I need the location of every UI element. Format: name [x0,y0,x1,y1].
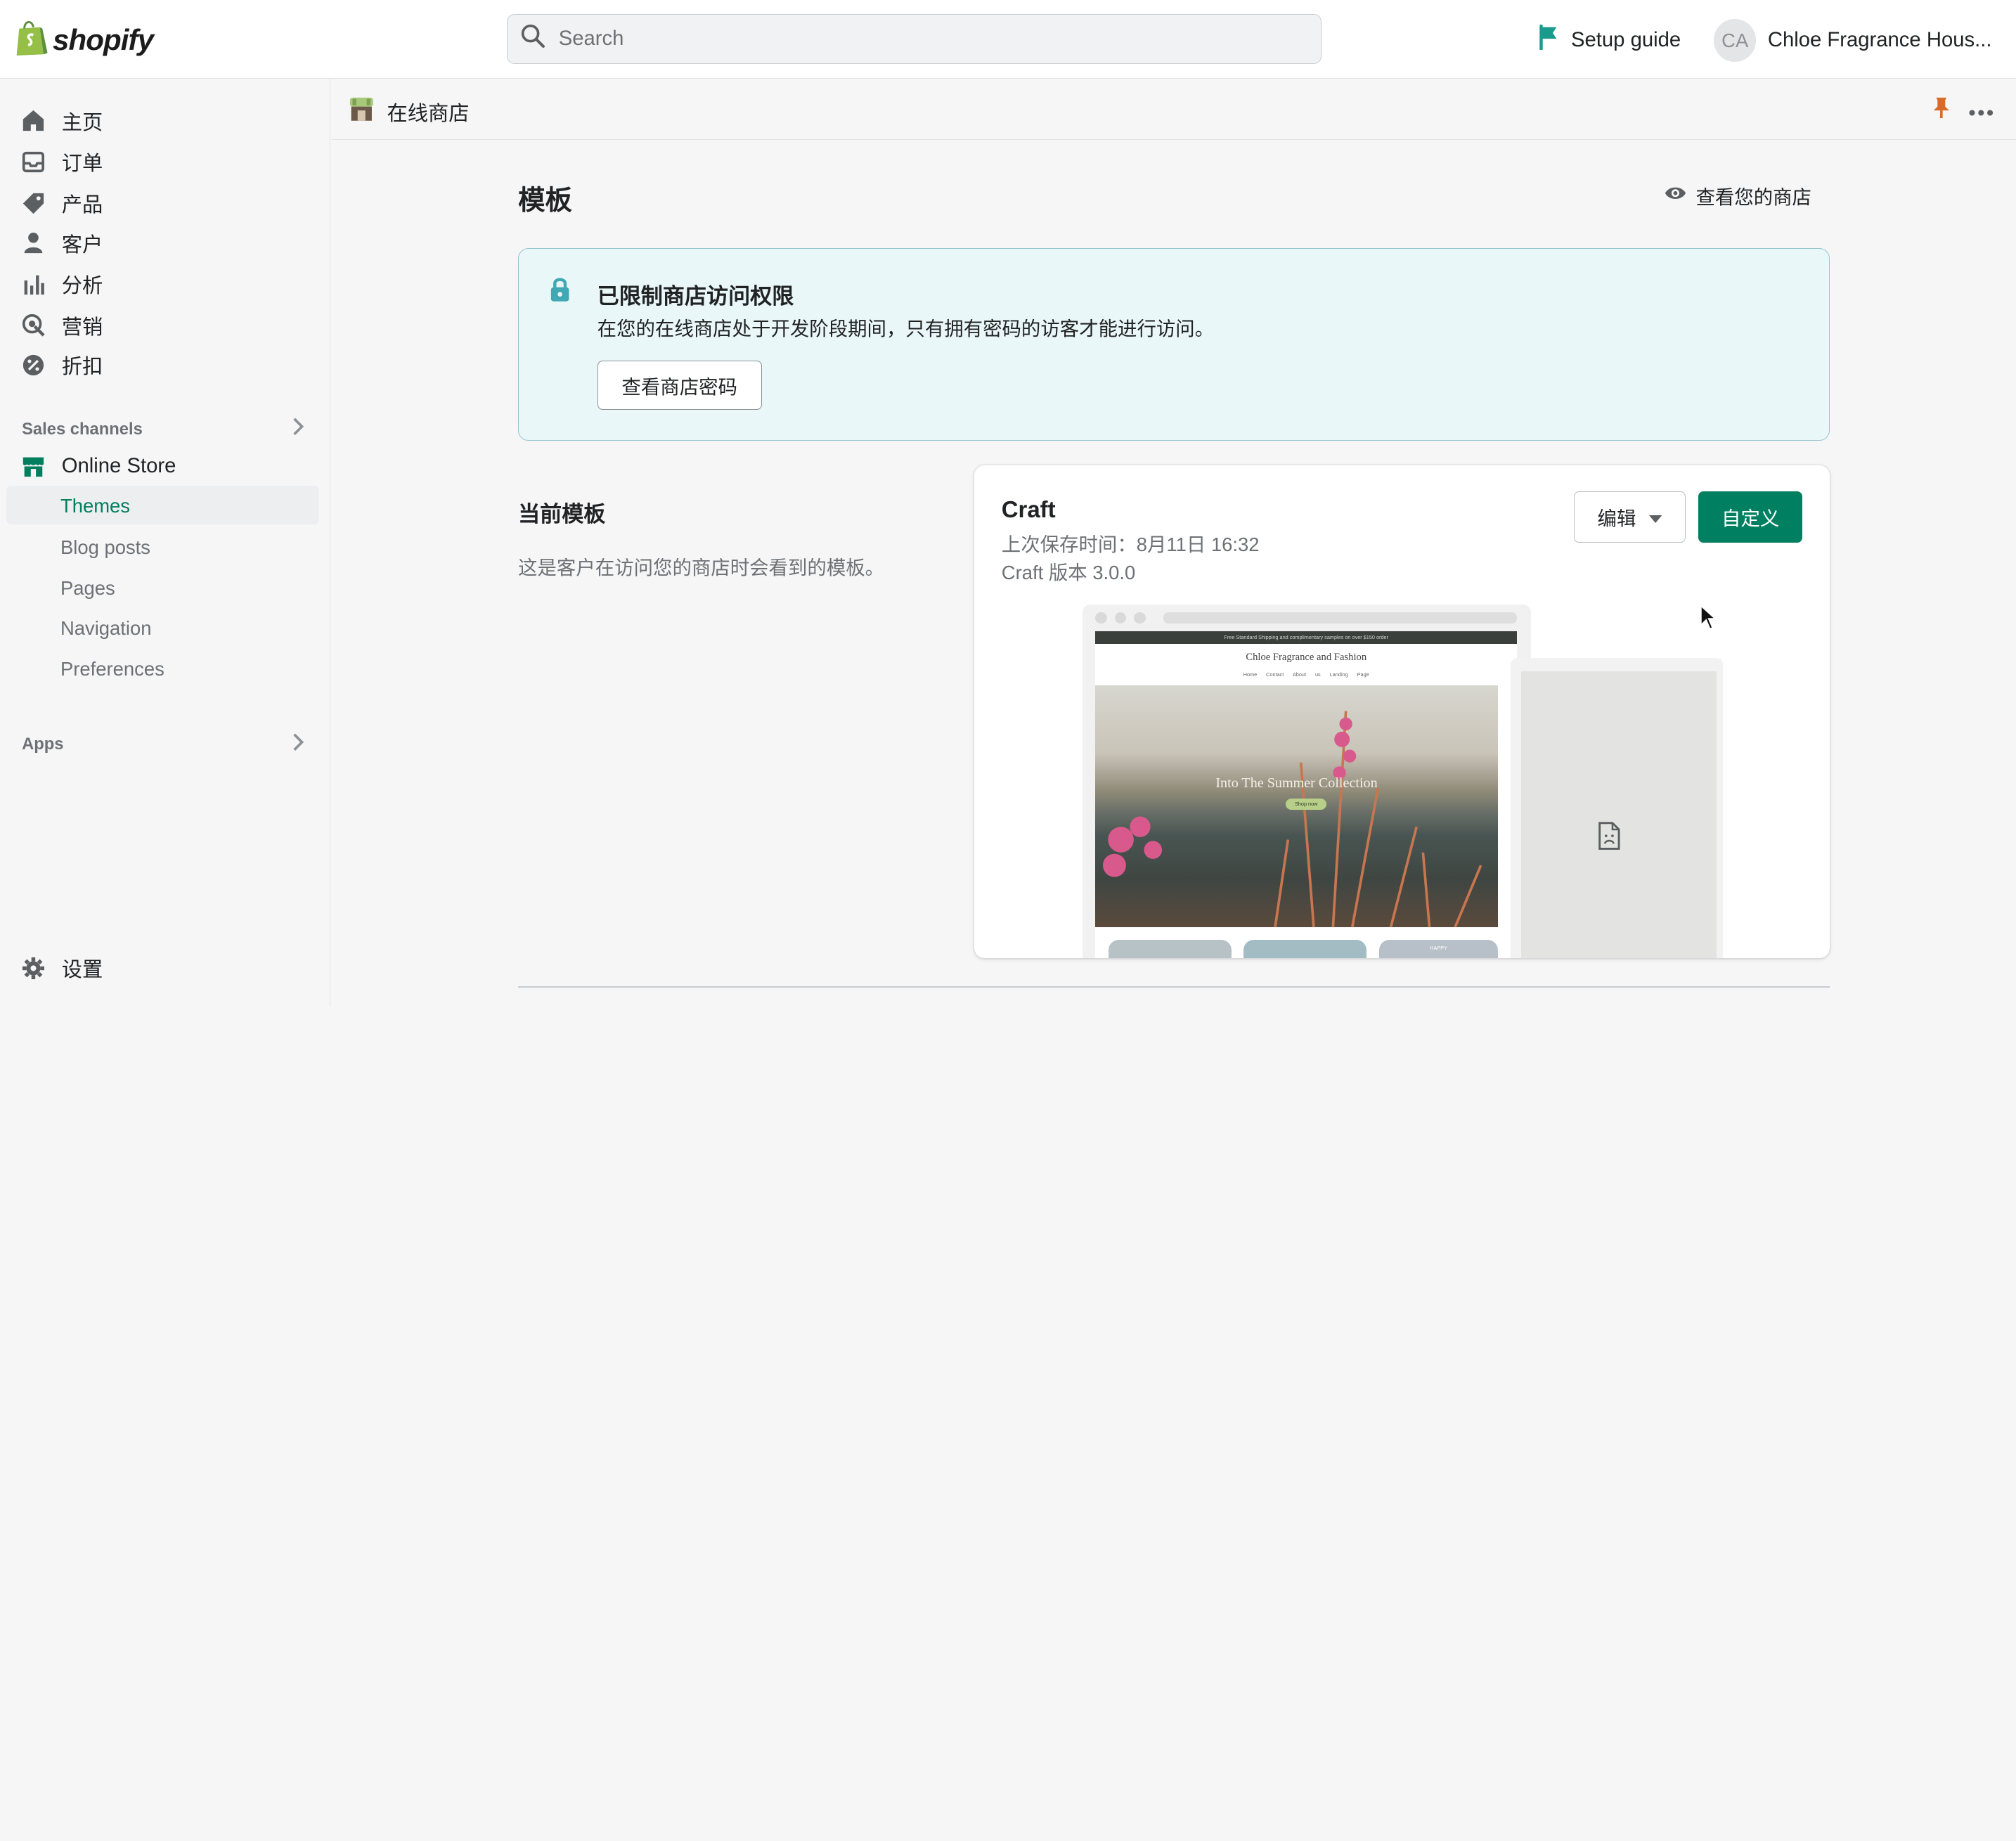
sidebar: 主页 订单 产品 客户 分析 营销 折扣 Sales channels Onli… [0,78,331,1007]
banner-title: 已限制商店访问权限 [597,284,794,309]
lock-icon [550,277,570,309]
pin-icon[interactable] [1932,96,1951,125]
orders-icon [20,149,46,175]
sidebar-item-analytics[interactable]: 分析 [20,267,103,301]
page-header-actions [1932,96,1994,125]
sidebar-item-orders[interactable]: 订单 [20,146,103,179]
preview-site: Free Standard Shipping and complimentary… [1095,631,1518,958]
store-icon [349,96,375,128]
marketing-icon [20,312,46,338]
view-store-label: 查看您的商店 [1695,186,1811,208]
sales-channels-header[interactable]: Sales channels [22,418,304,441]
page-title: 模板 [518,186,572,217]
edit-label: 编辑 [1597,508,1636,530]
page-header-bar: 在线商店 [331,78,2016,141]
theme-version: Craft 版本 3.0.0 [1001,561,1136,583]
sidebar-item-label: 设置 [61,959,103,982]
sidebar-subitem-blog-posts[interactable]: Blog posts [60,536,150,559]
sidebar-item-label: 客户 [61,233,103,257]
current-theme-description: 这是客户在访问您的商店时会看到的模板。 [518,556,885,579]
sidebar-item-online-store[interactable]: Online Store [20,450,176,484]
preview-store-name: Chloe Fragrance and Fashion [1246,652,1367,664]
desktop-theme-preview[interactable]: Free Standard Shipping and complimentary… [1083,604,1532,958]
preview-header: Chloe Fragrance and Fashion Home Contact… [1095,644,1517,685]
sidebar-subitem-preferences[interactable]: Preferences [60,658,164,680]
flag-icon [1537,24,1561,56]
current-theme-title: 当前模板 [518,501,606,527]
preview-hero-title: Into The Summer Collection [1215,775,1378,791]
preview-hero-image: Into The Summer Collection Shop now [1095,685,1498,927]
theme-last-saved: 上次保存时间：8月11日 16:32 [1001,533,1260,555]
caret-down-icon [1648,505,1662,528]
sidebar-subitem-themes[interactable]: Themes [60,495,130,517]
preview-nav: Home Contact About us Landing Page [1243,671,1369,678]
preview-collection-tile: HAPPY [1379,939,1498,958]
bar-chart-icon [20,271,46,297]
banner-text: 在您的在线商店处于开发阶段期间，只有拥有密码的访客才能进行访问。 [597,318,1215,340]
sidebar-item-label: 订单 [61,153,103,176]
search-icon [520,23,546,55]
password-protection-banner: 已限制商店访问权限 在您的在线商店处于开发阶段期间，只有拥有密码的访客才能进行访… [518,247,1830,441]
tag-icon [20,190,46,217]
sidebar-item-label: Online Store [61,455,176,478]
current-theme-card: Craft 上次保存时间：8月11日 16:32 Craft 版本 3.0.0 … [974,465,1830,958]
sidebar-item-label: 主页 [61,111,103,134]
sidebar-item-label: 折扣 [61,356,103,379]
sidebar-item-label: 分析 [61,275,103,298]
sidebar-subitem-pages[interactable]: Pages [60,577,115,600]
sidebar-item-label: 营销 [61,316,103,339]
preview-collection-tile [1108,939,1232,958]
person-icon [20,230,46,256]
home-icon [20,108,46,134]
avatar: CA [1714,19,1757,62]
sidebar-item-marketing[interactable]: 营销 [20,309,103,342]
mouse-cursor-icon [1700,604,1718,636]
sidebar-item-home[interactable]: 主页 [20,104,103,138]
search-input[interactable] [558,27,1279,51]
account-menu[interactable]: CA Chloe Fragrance Hous... [1714,19,1994,62]
sidebar-item-products[interactable]: 产品 [20,186,103,220]
sidebar-subitem-navigation[interactable]: Navigation [60,617,152,640]
broken-image-icon [1597,822,1620,855]
sales-channels-title: Sales channels [22,419,143,439]
preview-announcement-bar: Free Standard Shipping and complimentary… [1095,631,1518,645]
apps-title: Apps [22,734,64,754]
edit-dropdown-button[interactable]: 编辑 [1573,491,1686,543]
setup-guide-button[interactable]: Setup guide [1537,24,1681,56]
page-header-title: 在线商店 [387,103,470,126]
more-actions-icon[interactable] [1968,99,1994,122]
store-name: Chloe Fragrance Hous... [1767,29,1992,52]
active-item-highlight [6,486,319,525]
browser-dots [1095,612,1146,624]
store-icon [20,454,46,480]
chevron-right-icon[interactable] [292,418,304,441]
mobile-preview-placeholder [1520,671,1717,958]
eye-icon [1664,184,1687,207]
apps-header[interactable]: Apps [22,733,304,756]
sidebar-item-customers[interactable]: 客户 [20,226,103,260]
theme-name: Craft [1001,496,1056,522]
gear-icon [20,955,46,981]
online-store-breadcrumb: 在线商店 [349,96,470,128]
setup-guide-label: Setup guide [1571,28,1681,51]
discount-icon [20,352,46,378]
shopify-admin-app: shopify Setup guide CA Chloe Fragrance H… [0,0,2016,1007]
customize-button[interactable]: 自定义 [1698,491,1803,543]
shopify-logo[interactable]: shopify [14,18,154,63]
view-store-password-button[interactable]: 查看商店密码 [597,361,762,410]
top-bar: shopify Setup guide CA Chloe Fragrance H… [0,0,2016,79]
sidebar-item-label: 产品 [61,193,103,217]
preview-hero-button: Shop now [1285,798,1327,810]
search-bar[interactable] [506,14,1322,65]
preview-collection-tile [1243,939,1367,958]
browser-url-bar [1163,612,1518,624]
section-divider [518,986,1830,988]
sidebar-item-discounts[interactable]: 折扣 [20,349,103,382]
sidebar-item-settings[interactable]: 设置 [20,951,103,985]
logo-text: shopify [52,23,154,57]
shopify-bag-icon [14,18,48,63]
view-store-button[interactable]: 查看您的商店 [1664,181,1811,209]
mobile-theme-preview[interactable] [1511,658,1723,958]
chevron-right-icon[interactable] [292,733,304,756]
